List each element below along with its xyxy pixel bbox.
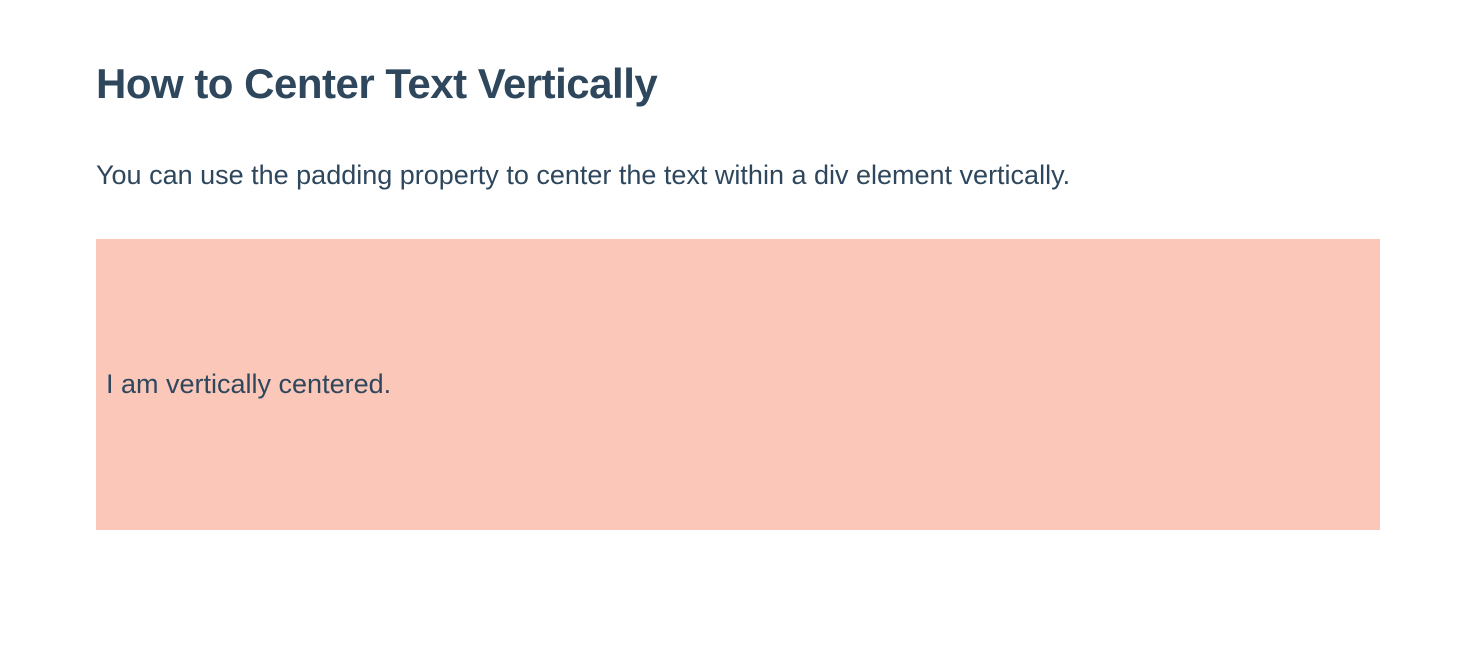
demo-centered-text: I am vertically centered. [106, 369, 391, 399]
demo-box: I am vertically centered. [96, 239, 1380, 530]
page-title: How to Center Text Vertically [96, 60, 1380, 108]
description-text: You can use the padding property to cent… [96, 156, 1356, 195]
